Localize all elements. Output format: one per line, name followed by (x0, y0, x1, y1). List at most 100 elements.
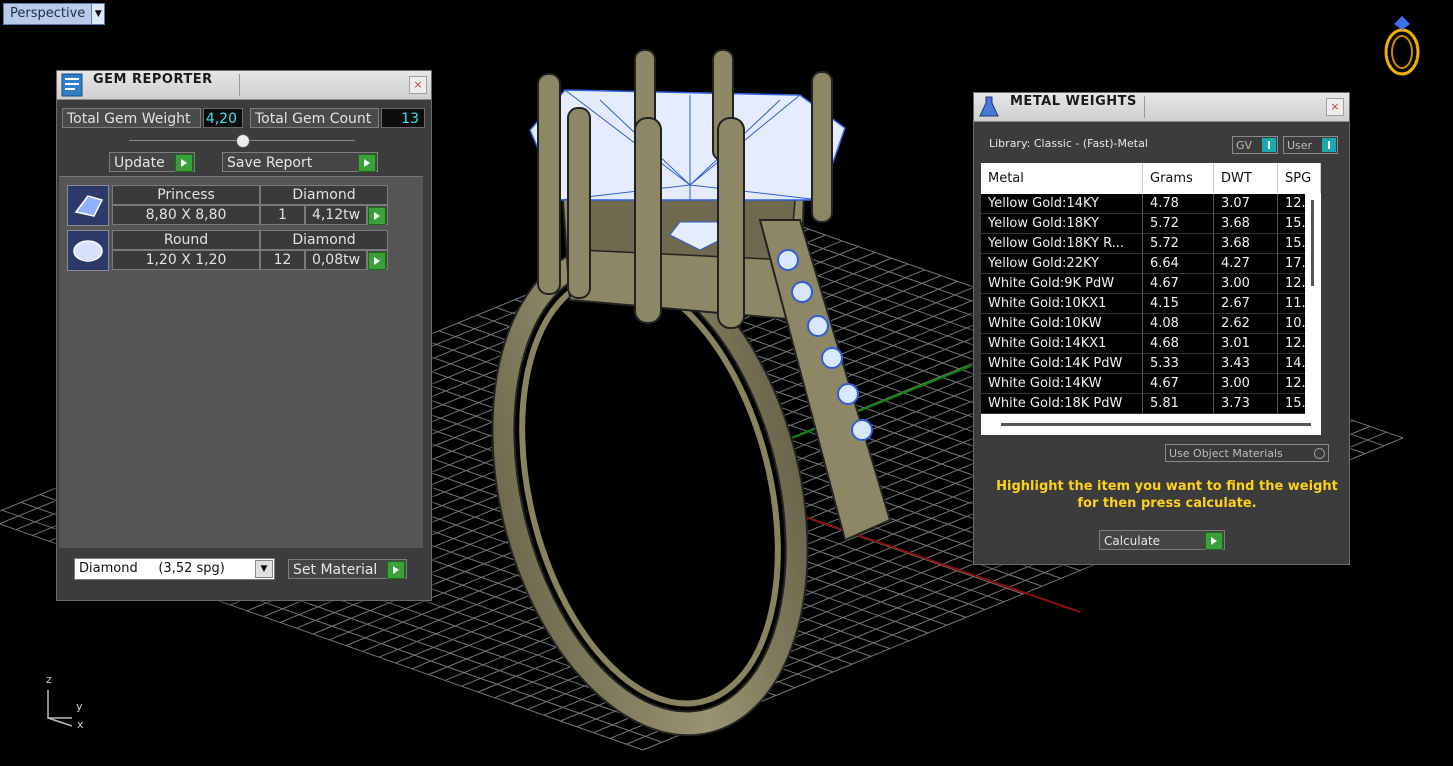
gem-weight: 0,08tw (305, 250, 367, 270)
column-header-grams[interactable]: Grams (1143, 163, 1214, 193)
close-icon[interactable]: × (409, 76, 427, 94)
gem-material: Diamond (260, 185, 388, 205)
gv-label: GV (1236, 139, 1253, 152)
metal-name: White Gold:18K PdW (981, 394, 1143, 414)
gem-select-button[interactable] (367, 205, 388, 225)
gem-row[interactable]: Round Diamond 1,20 X 1,20 12 0,08tw (67, 230, 388, 271)
metal-name: White Gold:14KW (981, 374, 1143, 394)
column-header-dwt[interactable]: DWT (1214, 163, 1278, 193)
metal-name: White Gold:10KW (981, 314, 1143, 334)
gem-row[interactable]: Princess Diamond 8,80 X 8,80 1 4,12tw (67, 185, 388, 226)
total-gem-weight-value: 4,20 (203, 108, 243, 128)
gem-material: Diamond (260, 230, 388, 250)
dwt-value: 3.00 (1214, 274, 1278, 294)
grams-value: 4.67 (1143, 274, 1214, 294)
library-label: Library: Classic - (Fast)-Metal (989, 137, 1148, 150)
gem-shape: Round (112, 230, 260, 250)
dwt-value: 3.01 (1214, 334, 1278, 354)
ring-logo-icon (1384, 16, 1420, 76)
material-select[interactable]: Diamond (3,52 spg) ▼ (74, 558, 275, 580)
total-gem-count-label: Total Gem Count (250, 108, 379, 128)
metal-name: Yellow Gold:14KY (981, 194, 1143, 214)
grams-value: 5.72 (1143, 214, 1214, 234)
title-separator (1144, 96, 1145, 118)
metal-weights-panel: METAL WEIGHTS × Library: Classic - (Fast… (973, 92, 1350, 565)
viewport-name[interactable]: Perspective (4, 4, 91, 24)
dwt-value: 3.43 (1214, 354, 1278, 374)
column-header-spg[interactable]: SPG (1278, 163, 1321, 193)
viewport-title-tab[interactable]: Perspective ▼ (3, 3, 106, 25)
close-icon[interactable]: × (1326, 98, 1344, 116)
table-row[interactable]: White Gold:10KX1 4.15 2.67 11.18 (981, 294, 1321, 314)
set-material-label: Set Material (293, 562, 378, 578)
ring-model (491, 49, 892, 737)
dwt-value: 4.27 (1214, 254, 1278, 274)
play-icon (368, 207, 386, 225)
dwt-value: 3.07 (1214, 194, 1278, 214)
chevron-down-icon[interactable]: ▼ (91, 4, 105, 24)
table-row[interactable]: White Gold:14KW 4.67 3.00 12.59 (981, 374, 1321, 394)
update-label: Update (114, 155, 165, 171)
table-row[interactable]: White Gold:10KW 4.08 2.62 10.99 (981, 314, 1321, 334)
grams-value: 5.72 (1143, 234, 1214, 254)
table-row[interactable]: Yellow Gold:22KY 6.64 4.27 17.88 (981, 254, 1321, 274)
gem-size: 8,80 X 8,80 (112, 205, 260, 225)
total-gem-weight-label: Total Gem Weight (62, 108, 201, 128)
set-material-button[interactable]: Set Material (288, 559, 407, 579)
vertical-scrollbar[interactable] (1305, 194, 1321, 414)
radio-icon (1314, 448, 1325, 459)
title-separator (239, 74, 240, 96)
gem-reporter-title: GEM REPORTER (93, 72, 213, 87)
slider-handle[interactable] (236, 134, 250, 148)
table-row[interactable]: White Gold:9K PdW 4.67 3.00 12.59 (981, 274, 1321, 294)
hint-line-1: Highlight the item you want to find the … (996, 479, 1338, 494)
report-icon (61, 73, 83, 97)
grams-value: 4.08 (1143, 314, 1214, 334)
metal-weights-titlebar[interactable]: METAL WEIGHTS × (974, 93, 1349, 122)
chevron-down-icon[interactable]: ▼ (255, 560, 273, 578)
dwt-value: 3.68 (1214, 234, 1278, 254)
table-row[interactable]: White Gold:14K PdW 5.33 3.43 14.37 (981, 354, 1321, 374)
metal-name: White Gold:9K PdW (981, 274, 1143, 294)
horizontal-scrollbar[interactable] (1001, 423, 1311, 426)
dwt-value: 3.73 (1214, 394, 1278, 414)
axis-tripod (47, 690, 73, 727)
save-report-label: Save Report (227, 155, 313, 171)
calculate-button[interactable]: Calculate (1099, 530, 1225, 550)
axis-y-label: y (76, 700, 83, 713)
play-icon (1205, 532, 1223, 550)
gem-count: 12 (260, 250, 305, 270)
save-report-button[interactable]: Save Report (222, 152, 378, 172)
grams-value: 5.33 (1143, 354, 1214, 374)
table-row[interactable]: White Gold:14KX1 4.68 3.01 12.61 (981, 334, 1321, 354)
scrollbar-thumb[interactable] (1311, 200, 1314, 286)
dwt-value: 2.62 (1214, 314, 1278, 334)
gv-toggle[interactable]: GV (1232, 136, 1278, 154)
calculate-label: Calculate (1104, 534, 1161, 548)
gem-reporter-panel: GEM REPORTER × Total Gem Weight 4,20 Tot… (56, 70, 432, 601)
table-row[interactable]: White Gold:18K PdW 5.81 3.73 15.65 (981, 394, 1321, 414)
update-button[interactable]: Update (109, 152, 195, 172)
use-object-materials-toggle[interactable]: Use Object Materials (1165, 444, 1329, 462)
axis-z-label: z (46, 673, 52, 686)
metal-name: White Gold:14KX1 (981, 334, 1143, 354)
table-row[interactable]: Yellow Gold:18KY 5.72 3.68 15.43 (981, 214, 1321, 234)
gem-weight: 4,12tw (305, 205, 367, 225)
grams-value: 4.67 (1143, 374, 1214, 394)
user-toggle[interactable]: User (1283, 136, 1338, 154)
gem-select-button[interactable] (367, 250, 388, 270)
metal-table-header: Metal Grams DWT SPG (981, 163, 1321, 193)
use-object-materials-label: Use Object Materials (1169, 447, 1283, 460)
gem-list[interactable]: Princess Diamond 8,80 X 8,80 1 4,12tw Ro… (59, 176, 423, 548)
hint-line-2: for then press calculate. (1077, 496, 1257, 511)
metal-table-body: Yellow Gold:14KY 4.78 3.07 12.88 Yellow Gold… (981, 194, 1321, 414)
gem-reporter-titlebar[interactable]: GEM REPORTER × (57, 71, 431, 100)
play-icon (368, 252, 386, 270)
table-row[interactable]: Yellow Gold:18KY R... 5.72 3.68 15.43 (981, 234, 1321, 254)
toggle-icon (1262, 138, 1276, 152)
grams-value: 6.64 (1143, 254, 1214, 274)
metal-table[interactable]: Metal Grams DWT SPG Yellow Gold:14KY 4.78… (981, 163, 1321, 435)
metal-name: Yellow Gold:18KY R... (981, 234, 1143, 254)
column-header-metal[interactable]: Metal (981, 163, 1143, 193)
table-row[interactable]: Yellow Gold:14KY 4.78 3.07 12.88 (981, 194, 1321, 214)
